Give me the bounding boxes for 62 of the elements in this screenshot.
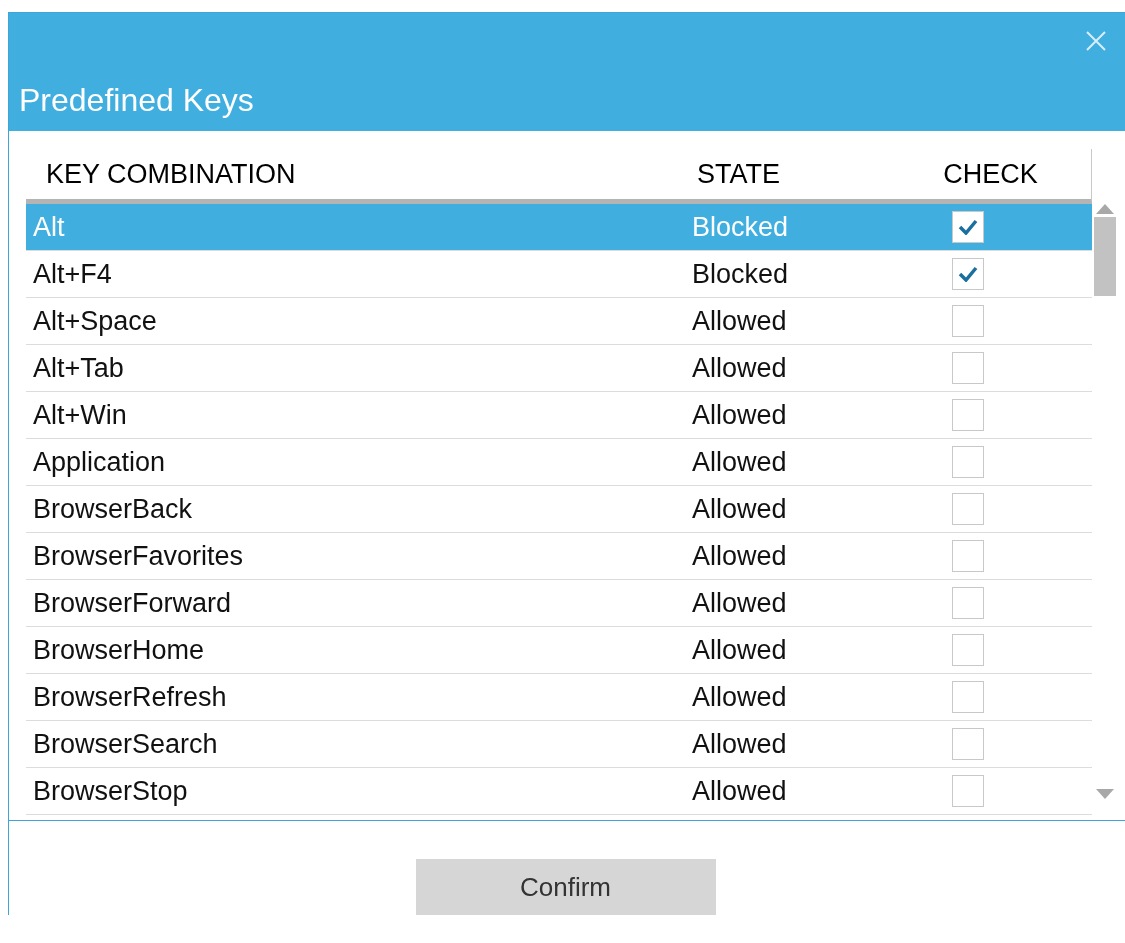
checkbox[interactable] [951, 587, 984, 619]
checkbox[interactable] [951, 728, 984, 760]
column-header: KEY COMBINATION [45, 158, 297, 190]
table-row[interactable]: BrowserHome Allowed [26, 627, 1092, 674]
key-state: Allowed [692, 540, 788, 572]
key-state: Allowed [692, 775, 788, 807]
key-state: Allowed [692, 587, 788, 619]
checkbox[interactable] [951, 634, 984, 666]
key-name: Alt+Tab [32, 352, 125, 384]
key-name: BrowserSearch [32, 728, 219, 760]
table-row[interactable]: Alt+Tab Allowed [26, 345, 1092, 392]
key-state: Allowed [692, 493, 788, 525]
key-name: BrowserForward [32, 587, 233, 619]
key-name: Application [32, 446, 167, 478]
key-name: BrowserRefresh [32, 681, 228, 713]
key-name: BrowserBack [32, 493, 194, 525]
confirm-button[interactable]: Confirm [415, 859, 716, 915]
window-title: Predefined Keys [19, 82, 254, 119]
scroll-down-icon[interactable] [1095, 788, 1115, 800]
key-name: Alt+Space [32, 305, 158, 337]
key-state: Allowed [692, 728, 788, 760]
column-header: STATE [696, 158, 781, 190]
checkbox[interactable] [951, 305, 984, 337]
close-icon[interactable] [1086, 31, 1106, 51]
checkbox[interactable] [951, 446, 984, 478]
table-row[interactable]: Alt+F4 Blocked [26, 251, 1092, 298]
table-row[interactable]: BrowserForward Allowed [26, 580, 1092, 627]
checkbox[interactable] [951, 775, 984, 807]
key-state: Blocked [692, 258, 790, 290]
table-row[interactable]: BrowserStop Allowed [26, 768, 1092, 815]
key-state: Allowed [692, 446, 788, 478]
key-name: BrowserStop [32, 775, 189, 807]
table-row[interactable]: BrowserRefresh Allowed [26, 674, 1092, 721]
checkbox[interactable] [951, 540, 984, 572]
scroll-up-icon[interactable] [1095, 203, 1115, 215]
table-row[interactable]: BrowserFavorites Allowed [26, 533, 1092, 580]
key-name: Alt+Win [32, 399, 128, 431]
checkbox[interactable] [951, 493, 984, 525]
checkbox[interactable] [951, 258, 984, 290]
table-row[interactable]: Alt+Space Allowed [26, 298, 1092, 345]
key-state: Allowed [692, 681, 788, 713]
key-name: Alt [32, 211, 66, 243]
key-state: Blocked [692, 211, 790, 243]
checkbox[interactable] [951, 681, 984, 713]
checkmark-icon [957, 266, 978, 282]
column-header: CHECK [942, 158, 1039, 190]
table-row[interactable]: Application Allowed [26, 439, 1092, 486]
checkbox[interactable] [951, 399, 984, 431]
checkmark-icon [957, 219, 978, 235]
table-row[interactable]: BrowserSearch Allowed [26, 721, 1092, 768]
table-row[interactable]: Alt+Win Allowed [26, 392, 1092, 439]
key-state: Allowed [692, 634, 788, 666]
table-row[interactable]: BrowserBack Allowed [26, 486, 1092, 533]
key-name: Alt+F4 [32, 258, 113, 290]
checkbox[interactable] [951, 352, 984, 384]
key-name: BrowserHome [32, 634, 206, 666]
key-state: Allowed [692, 305, 788, 337]
key-state: Allowed [692, 399, 788, 431]
key-state: Allowed [692, 352, 788, 384]
scrollbar-thumb[interactable] [1094, 217, 1116, 296]
checkbox[interactable] [951, 211, 984, 243]
key-name: BrowserFavorites [32, 540, 245, 572]
